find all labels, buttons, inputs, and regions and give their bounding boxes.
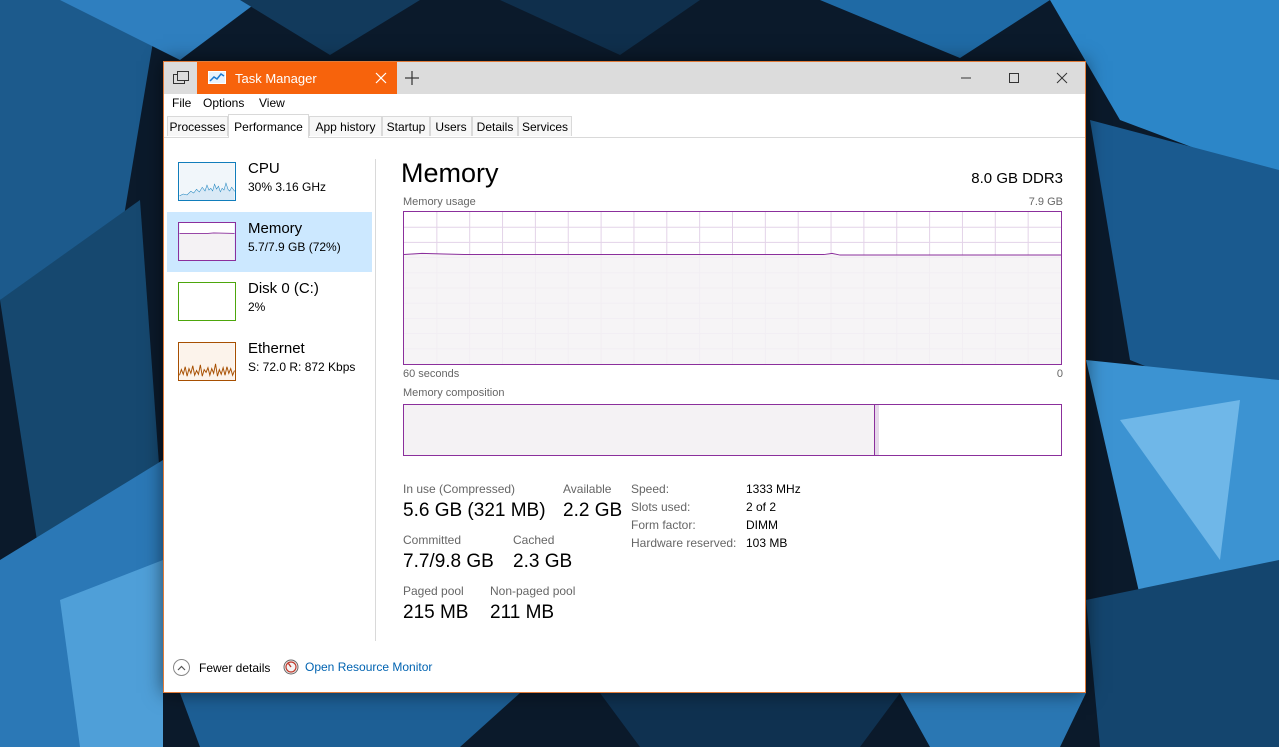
- non-paged-pool-value: 211 MB: [490, 602, 555, 623]
- fewer-details-button[interactable]: Fewer details: [173, 659, 270, 676]
- footer: Fewer details Open Resource Monitor: [164, 654, 1085, 684]
- committed-value: 7.7/9.8 GB: [403, 551, 494, 572]
- form-factor-value: DIMM: [746, 518, 778, 532]
- resource-monitor-icon: [283, 659, 299, 675]
- tab-startup[interactable]: Startup: [382, 116, 430, 136]
- memory-usage-max: 7.9 GB: [1028, 196, 1063, 208]
- sidebar-memory-title: Memory: [248, 220, 303, 237]
- memory-usage-label: Memory usage: [403, 196, 476, 208]
- committed-label: Committed: [403, 533, 462, 547]
- composition-in-use: [404, 405, 875, 455]
- menu-file[interactable]: File: [172, 96, 191, 110]
- windows-icon: [172, 71, 189, 84]
- form-factor-label: Form factor:: [631, 518, 696, 532]
- tab-performance[interactable]: Performance: [228, 114, 309, 138]
- tab-users[interactable]: Users: [430, 116, 472, 136]
- available-label: Available: [563, 482, 612, 496]
- menu-bar: File Options View: [164, 94, 1085, 114]
- axis-left-label: 60 seconds: [403, 368, 460, 380]
- in-use-label: In use (Compressed): [403, 482, 516, 496]
- memory-composition-bar: [403, 404, 1062, 456]
- resource-monitor-label: Open Resource Monitor: [305, 660, 433, 674]
- task-view-button[interactable]: [164, 62, 197, 94]
- sidebar-item-memory[interactable]: Memory 5.7/7.9 GB (72%): [167, 212, 372, 272]
- cpu-thumbnail-graph: [178, 162, 236, 201]
- tab-app-history[interactable]: App history: [309, 116, 382, 136]
- tab-details[interactable]: Details: [472, 116, 518, 136]
- new-tab-icon[interactable]: [404, 70, 420, 86]
- sidebar-memory-subtitle: 5.7/7.9 GB (72%): [248, 240, 341, 254]
- sidebar-item-cpu[interactable]: CPU 30% 3.16 GHz: [167, 152, 372, 212]
- memory-thumbnail-graph: [178, 222, 236, 261]
- paged-pool-label: Paged pool: [403, 584, 464, 598]
- tab-processes[interactable]: Processes: [167, 116, 228, 136]
- memory-composition-label: Memory composition: [403, 387, 505, 399]
- sidebar-disk-title: Disk 0 (C:): [248, 280, 319, 297]
- sidebar-ethernet-title: Ethernet: [248, 340, 305, 357]
- sidebar-divider: [375, 159, 376, 641]
- open-resource-monitor-link[interactable]: Open Resource Monitor: [283, 659, 432, 675]
- hardware-reserved-label: Hardware reserved:: [631, 536, 737, 550]
- title-bar: Task Manager: [164, 62, 1085, 94]
- in-use-value: 5.6 GB (321 MB): [403, 500, 546, 521]
- resource-sidebar: CPU 30% 3.16 GHz Memory 5.7/7.9 GB (72%)…: [164, 138, 374, 618]
- close-button[interactable]: [1039, 62, 1085, 94]
- tab-services[interactable]: Services: [518, 116, 572, 136]
- sidebar-disk-subtitle: 2%: [248, 300, 266, 314]
- axis-right-label: 0: [1056, 368, 1063, 380]
- maximize-button[interactable]: [991, 62, 1037, 94]
- task-manager-app-icon: [208, 71, 226, 84]
- page-title: Memory: [401, 158, 499, 188]
- ethernet-thumbnail-graph: [178, 342, 236, 381]
- speed-value: 1333 MHz: [746, 482, 801, 496]
- tab-strip: Processes Performance App history Startu…: [164, 114, 1085, 138]
- close-icon: [1056, 72, 1068, 84]
- task-manager-window: Task Manager File Options View Processes: [163, 61, 1086, 693]
- menu-options[interactable]: Options: [203, 96, 244, 110]
- paged-pool-value: 215 MB: [403, 602, 469, 623]
- maximize-icon: [1009, 73, 1019, 83]
- close-tab-icon[interactable]: [373, 70, 389, 86]
- disk-thumbnail-graph: [178, 282, 236, 321]
- memory-usage-graph: [403, 211, 1062, 365]
- chevron-up-icon: [173, 659, 190, 676]
- sidebar-item-disk[interactable]: Disk 0 (C:) 2%: [167, 272, 372, 332]
- sidebar-cpu-title: CPU: [248, 160, 280, 177]
- cached-label: Cached: [513, 533, 555, 547]
- sidebar-item-ethernet[interactable]: Ethernet S: 72.0 R: 872 Kbps: [167, 332, 372, 392]
- non-paged-pool-label: Non-paged pool: [490, 584, 576, 598]
- menu-view[interactable]: View: [259, 96, 285, 110]
- available-value: 2.2 GB: [563, 500, 623, 521]
- window-title: Task Manager: [235, 70, 317, 86]
- hardware-reserved-value: 103 MB: [746, 536, 788, 550]
- speed-label: Speed:: [631, 482, 670, 496]
- minimize-icon: [961, 77, 971, 79]
- fewer-details-label: Fewer details: [199, 660, 271, 675]
- sidebar-ethernet-subtitle: S: 72.0 R: 872 Kbps: [248, 360, 356, 374]
- window-tab-task-manager[interactable]: Task Manager: [197, 62, 397, 94]
- slots-used-value: 2 of 2: [746, 500, 777, 514]
- memory-spec: 8.0 GB DDR3: [971, 170, 1063, 187]
- memory-panel: Memory 8.0 GB DDR3 Memory usage 7.9 GB 6…: [401, 138, 1063, 623]
- composition-modified: [874, 405, 879, 455]
- minimize-button[interactable]: [943, 62, 989, 94]
- slots-used-label: Slots used:: [631, 500, 691, 514]
- memory-usage-area: [404, 253, 1061, 364]
- sidebar-cpu-subtitle: 30% 3.16 GHz: [248, 180, 327, 194]
- cached-value: 2.3 GB: [513, 551, 573, 572]
